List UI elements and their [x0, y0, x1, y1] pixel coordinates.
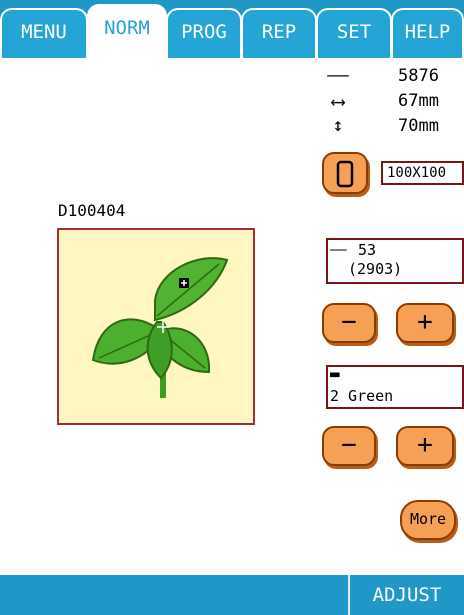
stitch-position-current: 53 — [358, 241, 377, 259]
hoop-icon — [336, 160, 354, 188]
tab-menu[interactable]: MENU — [0, 8, 88, 58]
design-preview[interactable] — [57, 228, 255, 425]
plus-label: + — [417, 307, 433, 337]
color-label: 2 Green — [330, 387, 394, 405]
minus-label: − — [341, 430, 357, 460]
height-value: 70mm — [398, 116, 439, 136]
stitch-icon: –– — [330, 242, 347, 258]
tab-norm[interactable]: NORM — [87, 4, 167, 60]
hoop-select-button[interactable] — [322, 152, 368, 194]
stitch-minus-button[interactable]: − — [322, 303, 376, 343]
stitch-count-icon: –– — [327, 65, 349, 86]
hoop-size-display: 100X100 — [381, 161, 464, 185]
stitch-position-total: (2903) — [348, 260, 403, 278]
color-plus-button[interactable]: + — [396, 426, 454, 466]
width-value: 67mm — [398, 91, 439, 111]
tab-rep[interactable]: REP — [241, 8, 317, 58]
design-name: D100404 — [58, 201, 126, 220]
minus-label: − — [341, 307, 357, 337]
stitch-count-value: 5876 — [398, 66, 439, 86]
leaf-design-image — [91, 257, 229, 398]
stitch-plus-button[interactable]: + — [396, 303, 454, 343]
width-icon: ⟷ — [331, 89, 345, 113]
thread-spool-icon: ▬ — [330, 364, 340, 383]
tab-prog[interactable]: PROG — [166, 8, 242, 58]
color-minus-button[interactable]: − — [322, 426, 376, 466]
tab-help[interactable]: HELP — [391, 8, 464, 58]
adjust-button[interactable]: ADJUST — [350, 575, 464, 615]
plus-label: + — [417, 430, 433, 460]
more-label: More — [409, 510, 447, 528]
more-button[interactable]: More — [400, 500, 456, 540]
stitch-position-box: –– 53 (2903) — [326, 238, 464, 284]
tab-set[interactable]: SET — [316, 8, 392, 58]
color-box: ▬ 2 Green — [326, 365, 464, 409]
height-icon: ↕ — [332, 115, 344, 136]
